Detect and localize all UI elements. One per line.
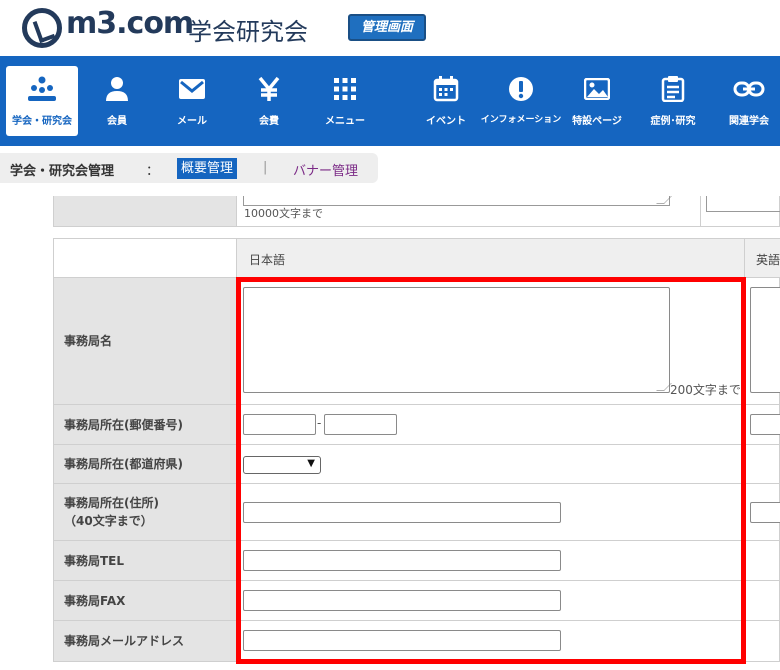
people-group-icon [6,74,78,104]
office-name-en-textarea[interactable] [750,287,780,393]
row-label: 事務局所在(住所) [64,496,159,510]
nav-item-cases[interactable]: 症例･研究 [637,66,709,136]
nav-label: 症例･研究 [650,116,696,127]
column-header-japanese: 日本語 [249,253,286,267]
description-en-textarea[interactable] [706,196,780,212]
main-nav: 学会・研究会 会員 メール 会費 メニュー イベント インフォメーション 特設ペ… [0,56,780,146]
sub-nav: 学会・研究会管理 ： 概要管理 | バナー管理 [0,153,378,183]
column-divider [744,484,745,540]
char-limit-note: 200文字まで [670,383,741,397]
postal-code-first-input[interactable] [243,414,316,435]
address-en-input[interactable] [750,502,780,523]
column-divider [744,621,745,661]
tel-input[interactable] [243,550,561,571]
nav-item-information[interactable]: インフォメーション [481,66,561,136]
nav-label: 会費 [259,116,279,127]
email-input[interactable] [243,630,561,651]
column-header-english: 英語 [756,253,780,267]
table-row-tel: 事務局TEL [54,541,780,581]
calendar-icon [410,74,482,104]
column-divider [744,239,745,277]
row-label: 事務局メールアドレス [54,621,237,661]
exclamation-icon [485,74,557,104]
tab-banner[interactable]: バナー管理 [293,160,358,179]
image-icon [561,74,633,104]
column-divider [744,278,745,404]
table-row-prefecture: 事務局所在(都道府県) ▼ [54,445,780,484]
nav-item-members[interactable]: 会員 [81,66,153,136]
row-label: 事務局名 [54,278,237,404]
nav-label: 会員 [107,116,127,127]
office-info-table: 日本語 英語 事務局名 200文字まで 事務局所在(郵便番号) - 事務局所在(… [53,238,780,662]
row-label-cell: 事務局所在(住所) （40文字まで） [54,484,237,540]
tab-overview[interactable]: 概要管理 [177,158,238,179]
m3-logo-icon [22,8,62,48]
nav-item-mail[interactable]: メール [156,66,228,136]
column-divider [744,445,745,483]
envelope-icon [156,74,228,104]
prefecture-select[interactable]: ▼ [243,456,321,474]
tab-separator: | [263,160,268,175]
nav-label: メール [177,116,207,127]
column-divider [744,405,745,444]
logo-text: m3.com [66,6,194,41]
table-row-office-name: 事務局名 200文字まで [54,278,780,405]
postal-code-second-input[interactable] [324,414,397,435]
nav-item-events[interactable]: イベント [410,66,482,136]
chevron-down-icon: ▼ [307,458,315,469]
nav-label: イベント [426,116,466,127]
admin-badge: 管理画面 [348,14,426,41]
row-label-cell [54,196,237,226]
yen-icon [233,74,305,104]
column-divider [700,196,701,226]
table-row-postal-code: 事務局所在(郵便番号) - [54,405,780,445]
nav-item-society[interactable]: 学会・研究会 [6,66,78,136]
row-label: 事務局FAX [54,581,237,620]
column-divider [744,581,745,620]
site-header: m3.com 学会研究会 管理画面 [0,0,780,56]
postal-dash: - [317,416,322,430]
logo-subtitle: 学会研究会 [188,18,308,46]
nav-label: 特設ページ [572,116,622,127]
row-label: 事務局TEL [54,541,237,580]
nav-item-related[interactable]: 関連学会 [713,66,780,136]
column-divider [744,541,745,580]
clipboard-icon [637,74,709,104]
row-label: 事務局所在(都道府県) [54,445,237,483]
person-icon [81,74,153,104]
previous-table-row: 10000文字まで [53,196,780,227]
nav-item-fees[interactable]: 会費 [233,66,305,136]
grid-menu-icon [309,74,381,104]
address-input[interactable] [243,502,561,523]
header-blank-cell [54,239,237,277]
row-label-note: （40文字まで） [64,514,153,528]
nav-item-menu[interactable]: メニュー [309,66,381,136]
row-label: 事務局所在(郵便番号) [54,405,237,444]
postal-code-en-input[interactable] [750,414,780,435]
table-row-address: 事務局所在(住所) （40文字まで） [54,484,780,541]
fax-input[interactable] [243,590,561,611]
section-title: 学会・研究会管理 [10,164,115,179]
header-bg [237,239,780,277]
separator-colon: ： [146,164,160,179]
table-header-row: 日本語 英語 [54,239,780,278]
nav-label: メニュー [325,116,365,127]
office-name-textarea[interactable] [243,287,672,393]
table-row-email: 事務局メールアドレス [54,621,780,661]
char-limit-note: 10000文字まで [244,207,323,220]
nav-label: 学会・研究会 [12,116,72,127]
table-row-fax: 事務局FAX [54,581,780,621]
resize-grip-icon [656,196,672,204]
link-icon [713,74,780,104]
nav-label: インフォメーション [480,115,562,125]
nav-item-special-page[interactable]: 特設ページ [561,66,633,136]
nav-label: 関連学会 [729,116,769,127]
